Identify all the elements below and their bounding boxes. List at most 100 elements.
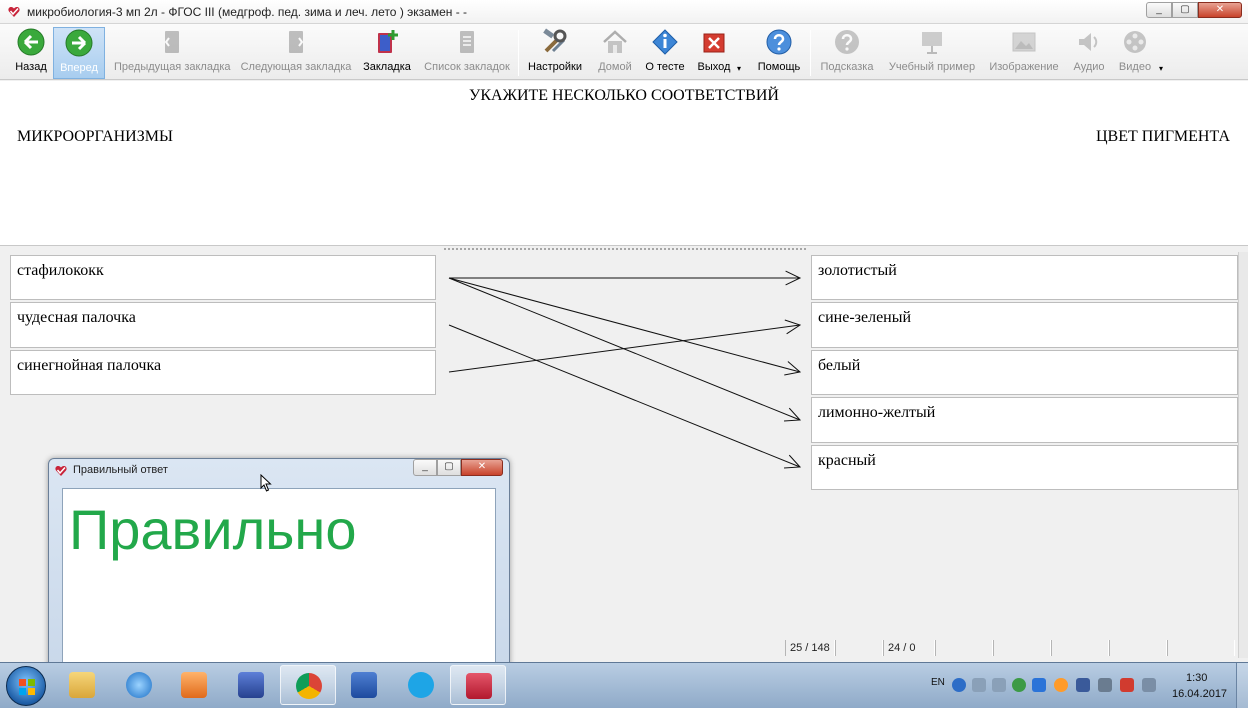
settings-button[interactable]: Настройки bbox=[525, 28, 585, 78]
right-scrollbar[interactable] bbox=[1238, 252, 1248, 658]
windows-logo-icon bbox=[19, 679, 35, 695]
question-panel: УКАЖИТЕ НЕСКОЛЬКО СООТВЕТСТВИЙ МИКРООРГА… bbox=[0, 81, 1248, 246]
dialog-close-button[interactable]: ✕ bbox=[461, 459, 503, 476]
status-cell-empty bbox=[1109, 640, 1167, 656]
left-column-header: МИКРООРГАНИЗМЫ bbox=[17, 128, 173, 145]
mouse-cursor-icon bbox=[260, 474, 272, 492]
clock-date[interactable]: 16.04.2017 bbox=[1172, 688, 1227, 700]
bookmark-button[interactable]: Закладка bbox=[362, 28, 412, 78]
presentation-icon bbox=[922, 32, 942, 54]
security-tray-icon[interactable] bbox=[1076, 678, 1090, 692]
dialog-maximize-button[interactable]: ▢ bbox=[437, 459, 461, 476]
answer-result-text: Правильно bbox=[69, 498, 357, 561]
prev-bookmark-button[interactable]: Предыдущая закладка bbox=[114, 28, 231, 78]
window-titlebar: микробиология-3 мп 2л - ФГОС III (медгро… bbox=[0, 0, 1248, 24]
tools-icon bbox=[543, 28, 567, 53]
arrow-right-icon bbox=[65, 29, 93, 57]
dialog-minimize-button[interactable]: _ bbox=[413, 459, 437, 476]
device-tray-icon[interactable] bbox=[1098, 678, 1112, 692]
status-cell-empty bbox=[993, 640, 1051, 656]
app-heart-icon bbox=[8, 6, 20, 17]
language-indicator[interactable]: EN bbox=[931, 677, 945, 688]
window-controls: _ ▢ ✕ bbox=[1146, 2, 1242, 18]
audio-button[interactable]: Аудио bbox=[1070, 28, 1108, 78]
minimize-button[interactable]: _ bbox=[1146, 2, 1172, 18]
about-button[interactable]: О тесте bbox=[643, 28, 687, 78]
exit-button[interactable]: Выход bbox=[694, 28, 734, 78]
taskbar-word[interactable] bbox=[336, 665, 392, 705]
help-tray-icon[interactable] bbox=[952, 678, 966, 692]
match-line-1 bbox=[448, 277, 801, 373]
toolbar-separator bbox=[810, 30, 811, 76]
back-label: Назад bbox=[15, 61, 47, 73]
image-label: Изображение bbox=[989, 61, 1059, 73]
volume-tray-icon[interactable] bbox=[1142, 678, 1156, 692]
clock-time[interactable]: 1:30 bbox=[1186, 672, 1207, 684]
status-cell-empty bbox=[835, 640, 883, 656]
pen-tray-icon[interactable] bbox=[972, 678, 986, 692]
system-tray: EN 1:30 16.04.2017 bbox=[924, 663, 1248, 708]
taskbar-test-app[interactable] bbox=[450, 665, 506, 705]
skype-icon bbox=[408, 672, 434, 698]
toolbar-separator bbox=[518, 30, 519, 76]
flag-tray-icon[interactable] bbox=[1120, 678, 1134, 692]
test-app-heart-icon bbox=[466, 673, 492, 699]
dialog-controls: _ ▢ ✕ bbox=[413, 459, 503, 476]
taskbar-chrome[interactable] bbox=[280, 665, 336, 705]
video-button[interactable]: Видео bbox=[1116, 28, 1154, 78]
help-label: Помощь bbox=[757, 61, 801, 73]
update-tray-icon[interactable] bbox=[1012, 678, 1026, 692]
next-bookmark-button[interactable]: Следующая закладка bbox=[240, 28, 352, 78]
help-icon bbox=[766, 29, 792, 55]
next-bookmark-label: Следующая закладка bbox=[240, 61, 352, 73]
home-icon bbox=[603, 30, 627, 53]
info-icon bbox=[652, 29, 678, 55]
folder-icon bbox=[69, 672, 95, 698]
exit-icon bbox=[703, 33, 725, 53]
taskbar-ie[interactable] bbox=[111, 665, 167, 705]
hint-question-icon bbox=[835, 30, 859, 54]
question-counter: 25 / 148 bbox=[785, 640, 835, 656]
right-column-header: ЦВЕТ ПИГМЕНТА bbox=[1095, 128, 1230, 145]
status-cell-empty bbox=[1167, 640, 1235, 656]
home-button[interactable]: Домой bbox=[595, 28, 635, 78]
forward-button[interactable]: Вперед bbox=[53, 27, 105, 79]
taskbar-explorer[interactable] bbox=[54, 665, 110, 705]
match-line-3 bbox=[448, 324, 801, 468]
app-tray-icon[interactable] bbox=[1054, 678, 1068, 692]
close-button[interactable]: ✕ bbox=[1198, 2, 1242, 18]
bookmark-list-icon bbox=[460, 31, 474, 53]
bluetooth-tray-icon[interactable] bbox=[1032, 678, 1046, 692]
settings-label: Настройки bbox=[528, 61, 582, 73]
help-button[interactable]: Помощь bbox=[754, 28, 804, 78]
example-button[interactable]: Учебный пример bbox=[885, 28, 979, 78]
bookmark-label: Закладка bbox=[363, 61, 411, 73]
audio-label: Аудио bbox=[1073, 61, 1105, 73]
video-label: Видео bbox=[1118, 61, 1152, 73]
bookmark-list-label: Список закладок bbox=[424, 61, 510, 73]
start-button[interactable] bbox=[6, 666, 46, 706]
score-counter: 24 / 0 bbox=[883, 640, 935, 656]
speaker-icon bbox=[1079, 33, 1098, 51]
arrow-left-icon bbox=[17, 28, 45, 56]
back-button[interactable]: Назад bbox=[12, 28, 50, 78]
taskbar-skype[interactable] bbox=[393, 665, 449, 705]
image-icon bbox=[1012, 32, 1036, 52]
taskbar-media-player[interactable] bbox=[166, 665, 222, 705]
show-desktop-button[interactable] bbox=[1236, 663, 1248, 708]
home-label: Домой bbox=[598, 61, 632, 73]
film-reel-icon bbox=[1124, 31, 1146, 53]
taskbar-save-app[interactable] bbox=[223, 665, 279, 705]
word-icon bbox=[351, 672, 377, 698]
exit-dropdown-arrow[interactable]: ▾ bbox=[737, 64, 741, 73]
bookmark-add-icon bbox=[378, 30, 398, 53]
network-tray-icon[interactable] bbox=[992, 678, 1006, 692]
maximize-button[interactable]: ▢ bbox=[1172, 2, 1198, 18]
window-title: микробиология-3 мп 2л - ФГОС III (медгро… bbox=[27, 5, 468, 19]
hint-button[interactable]: Подсказка bbox=[818, 28, 876, 78]
image-button[interactable]: Изображение bbox=[988, 28, 1060, 78]
media-player-icon bbox=[181, 672, 207, 698]
bookmark-next-icon bbox=[289, 31, 304, 53]
video-dropdown-arrow[interactable]: ▾ bbox=[1159, 64, 1163, 73]
bookmark-list-button[interactable]: Список закладок bbox=[422, 28, 512, 78]
